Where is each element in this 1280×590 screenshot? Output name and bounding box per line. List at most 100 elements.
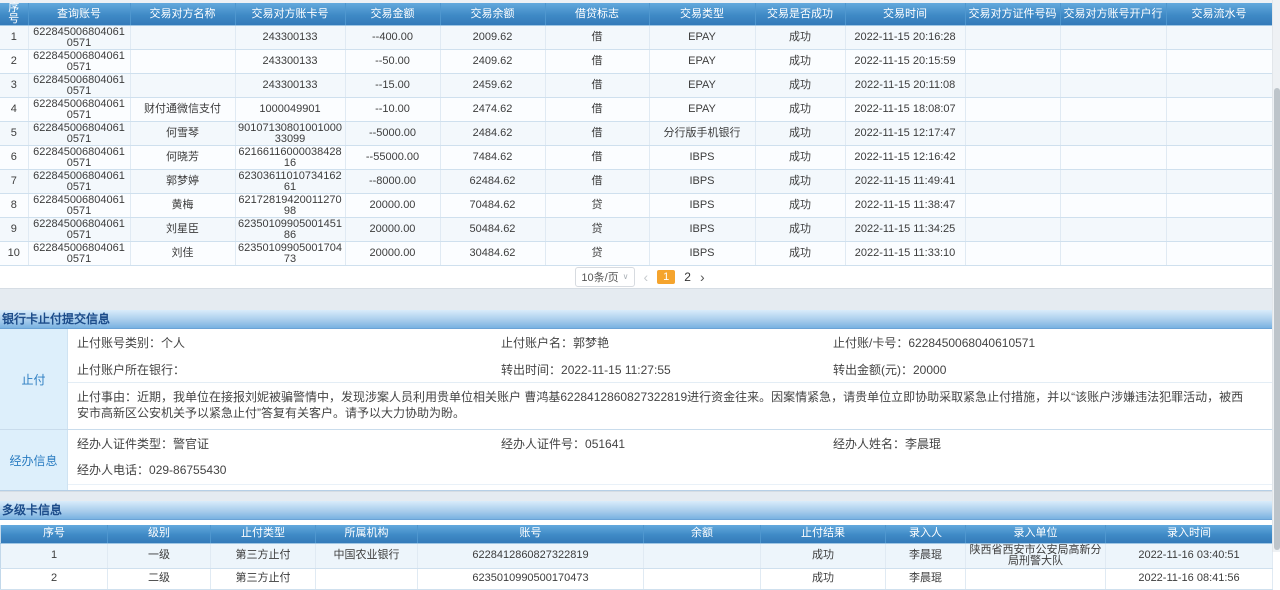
column-header: 止付结果 [761, 525, 886, 543]
table-row[interactable]: 66228450068040610571何晓芳62166116000038428… [0, 146, 1272, 170]
table-row[interactable]: 1一级第三方止付中国农业银行6228412860827322819成功李晨琨陕西… [1, 543, 1273, 568]
table-row[interactable]: 56228450068040610571何雪琴90107130801001000… [0, 122, 1272, 146]
table-cell [1166, 242, 1272, 266]
table-cell: 2022-11-15 20:11:08 [845, 74, 965, 98]
table-cell: 借 [545, 122, 649, 146]
column-header: 交易余额 [440, 3, 545, 26]
table-cell: 贷 [545, 194, 649, 218]
field-handler-name: 经办人姓名：李晨琨 [833, 435, 1280, 452]
column-header: 查询账号 [28, 3, 130, 26]
table-cell: 何雪琴 [130, 122, 235, 146]
table-cell [965, 146, 1060, 170]
page-size-select[interactable]: 10条/页 ∨ [575, 267, 634, 287]
table-cell: 2474.62 [440, 98, 545, 122]
table-row[interactable]: 96228450068040610571刘星臣62350109905001451… [0, 218, 1272, 242]
page-1-button[interactable]: 1 [657, 270, 675, 284]
table-cell: --5000.00 [345, 122, 440, 146]
column-header: 级别 [108, 525, 211, 543]
scrollbar-thumb[interactable] [1274, 88, 1280, 550]
handler-group-content: 经办人证件类型：警官证 经办人证件号：051641 经办人姓名：李晨琨 经办人电… [68, 430, 1280, 490]
table-cell [1060, 26, 1166, 50]
table-cell: 2022-11-16 03:40:51 [1106, 543, 1273, 568]
field-stop-account-type: 止付账号类别：个人 [77, 334, 501, 351]
table-cell: EPAY [649, 26, 755, 50]
table-cell: 财付通微信支付 [130, 98, 235, 122]
column-header: 余额 [644, 525, 761, 543]
table-cell: 2022-11-16 08:41:56 [1106, 568, 1273, 589]
table-cell [130, 50, 235, 74]
table-row[interactable]: 16228450068040610571243300133--400.00200… [0, 26, 1272, 50]
table-cell: 2 [0, 50, 28, 74]
table-cell: 6 [0, 146, 28, 170]
prev-page-button[interactable]: ‹ [644, 269, 649, 285]
column-header: 交易对方名称 [130, 3, 235, 26]
table-row[interactable]: 106228450068040610571刘佳62350109905001704… [0, 242, 1272, 266]
table-row[interactable]: 36228450068040610571243300133--15.002459… [0, 74, 1272, 98]
table-cell: 20000.00 [345, 218, 440, 242]
table-cell: 借 [545, 170, 649, 194]
table-cell: 2022-11-15 11:49:41 [845, 170, 965, 194]
table-cell: 刘佳 [130, 242, 235, 266]
table-cell: 4 [0, 98, 28, 122]
table-row[interactable]: 46228450068040610571财付通微信支付1000049901--1… [0, 98, 1272, 122]
page-2-button[interactable]: 2 [684, 270, 691, 284]
table-cell: 成功 [755, 194, 845, 218]
transactions-table-body: 16228450068040610571243300133--400.00200… [0, 26, 1272, 266]
field-transfer-amount: 转出金额(元)：20000 [833, 361, 1280, 378]
column-header: 录入时间 [1106, 525, 1273, 543]
table-cell: 20000.00 [345, 242, 440, 266]
table-cell [965, 242, 1060, 266]
column-header: 交易对方证件号码 [965, 3, 1060, 26]
table-cell: 借 [545, 98, 649, 122]
table-cell: 2022-11-15 18:08:07 [845, 98, 965, 122]
table-row[interactable]: 2二级第三方止付6235010990500170473成功李晨琨2022-11-… [1, 568, 1273, 589]
table-cell: 2484.62 [440, 122, 545, 146]
table-cell [965, 98, 1060, 122]
table-cell: --55000.00 [345, 146, 440, 170]
page-size-label: 10条/页 [581, 269, 618, 285]
table-cell: --50.00 [345, 50, 440, 74]
handler-group: 经办信息 经办人证件类型：警官证 经办人证件号：051641 经办人姓名：李晨琨… [0, 429, 1280, 490]
column-header: 交易是否成功 [755, 3, 845, 26]
column-header: 所属机构 [316, 525, 418, 543]
column-header: 借贷标志 [545, 3, 649, 26]
table-cell [1060, 122, 1166, 146]
table-cell: --8000.00 [345, 170, 440, 194]
table-cell [965, 50, 1060, 74]
transactions-table: 序号查询账号交易对方名称交易对方账卡号交易金额交易余额借贷标志交易类型交易是否成… [0, 3, 1273, 266]
table-row[interactable]: 26228450068040610571243300133--50.002409… [0, 50, 1272, 74]
table-cell: 6228450068040610571 [28, 98, 130, 122]
column-header: 止付类型 [211, 525, 316, 543]
stop-field-row-1: 止付账号类别：个人 止付账户名：郭梦艳 止付账/卡号：6228450068040… [68, 329, 1280, 356]
table-cell: 2009.62 [440, 26, 545, 50]
table-cell: 成功 [755, 122, 845, 146]
table-cell: 6235010990500145186 [235, 218, 345, 242]
table-cell: 1 [0, 26, 28, 50]
table-cell [1060, 194, 1166, 218]
table-cell: 6228450068040610571 [28, 242, 130, 266]
table-cell: 借 [545, 146, 649, 170]
table-cell [316, 568, 418, 589]
table-row[interactable]: 76228450068040610571郭梦婷62303611010734162… [0, 170, 1272, 194]
table-cell: 6216611600003842816 [235, 146, 345, 170]
table-row[interactable]: 86228450068040610571黄梅621728194200112709… [0, 194, 1272, 218]
table-cell: 6228450068040610571 [28, 26, 130, 50]
table-cell: 6235010990500170473 [235, 242, 345, 266]
table-cell: 贷 [545, 242, 649, 266]
stop-payment-section-title: 银行卡止付提交信息 [0, 310, 1280, 329]
vertical-scrollbar[interactable] [1272, 0, 1280, 552]
table-cell: 2 [1, 568, 108, 589]
table-cell: 6228450068040610571 [28, 146, 130, 170]
table-cell [965, 122, 1060, 146]
column-header: 交易类型 [649, 3, 755, 26]
table-cell [966, 568, 1106, 589]
table-cell: IBPS [649, 218, 755, 242]
field-transfer-time: 转出时间：2022-11-15 11:27:55 [501, 361, 833, 378]
table-cell: 2022-11-15 11:38:47 [845, 194, 965, 218]
table-cell [1166, 122, 1272, 146]
table-cell: 5 [0, 122, 28, 146]
table-cell: EPAY [649, 98, 755, 122]
table-cell: 2022-11-15 12:16:42 [845, 146, 965, 170]
table-cell: 第三方止付 [211, 543, 316, 568]
next-page-button[interactable]: › [700, 269, 705, 285]
